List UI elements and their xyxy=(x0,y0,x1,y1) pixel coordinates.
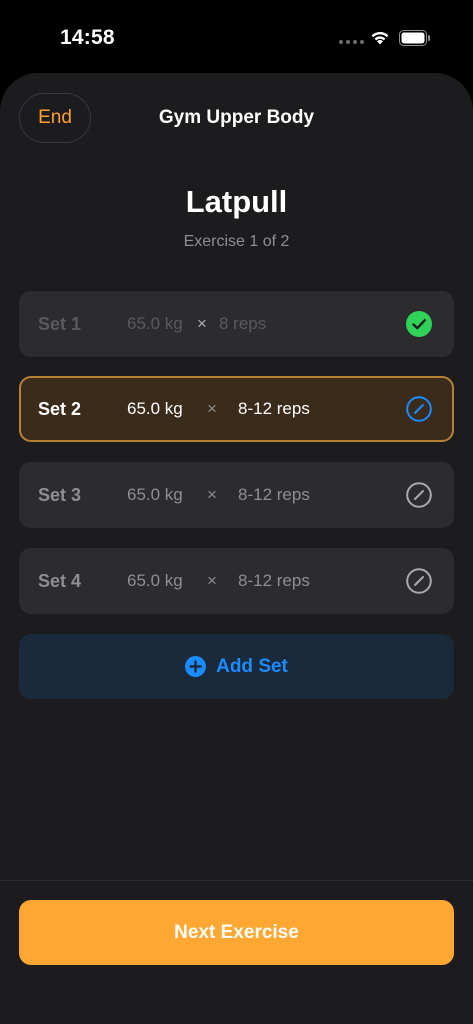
exercise-progress: Exercise 1 of 2 xyxy=(183,233,290,250)
footer-divider xyxy=(0,880,473,881)
set-label: Set 1 xyxy=(38,314,82,334)
set-row-2[interactable]: Set 2 65.0 kg × 8-12 reps xyxy=(19,376,454,442)
set-label: Set 3 xyxy=(38,485,82,505)
set-times: × xyxy=(207,571,217,590)
set-times: × xyxy=(197,314,207,333)
wifi-icon xyxy=(371,31,389,45)
status-time: 14:58 xyxy=(60,26,115,49)
workout-title: Gym Upper Body xyxy=(158,107,315,128)
cellular-dots-icon xyxy=(339,40,364,44)
workout-sheet: End Gym Upper Body Latpull Exercise 1 of… xyxy=(0,73,473,1024)
exercise-name: Latpull xyxy=(185,184,288,219)
set-row-3[interactable]: Set 3 65.0 kg × 8-12 reps xyxy=(19,462,454,528)
battery-icon xyxy=(399,30,430,46)
set-label: Set 2 xyxy=(38,399,82,419)
set-row-1[interactable]: Set 1 65.0 kg × 8 reps xyxy=(19,291,454,357)
set-weight: 65.0 kg xyxy=(127,571,183,590)
set-reps: 8 reps xyxy=(219,314,267,333)
set-times: × xyxy=(207,399,217,418)
checkmark-circle-icon[interactable] xyxy=(406,311,432,337)
set-reps: 8-12 reps xyxy=(238,571,310,590)
set-weight: 65.0 kg xyxy=(127,399,183,418)
edit-circle-icon[interactable] xyxy=(406,568,432,594)
edit-circle-icon[interactable] xyxy=(406,396,432,422)
next-exercise-button[interactable]: Next Exercise xyxy=(19,900,454,965)
set-weight: 65.0 kg xyxy=(127,485,183,504)
set-reps: 8-12 reps xyxy=(238,399,310,418)
add-set-label: Add Set xyxy=(216,655,288,677)
set-row-4[interactable]: Set 4 65.0 kg × 8-12 reps xyxy=(19,548,454,614)
plus-circle-icon xyxy=(185,656,207,677)
set-reps: 8-12 reps xyxy=(238,485,310,504)
set-label: Set 4 xyxy=(38,571,82,591)
edit-circle-icon[interactable] xyxy=(406,482,432,508)
add-set-button[interactable]: Add Set xyxy=(19,634,454,699)
set-weight: 65.0 kg xyxy=(127,314,183,333)
status-bar: 14:58 xyxy=(0,0,473,72)
set-times: × xyxy=(207,485,217,504)
